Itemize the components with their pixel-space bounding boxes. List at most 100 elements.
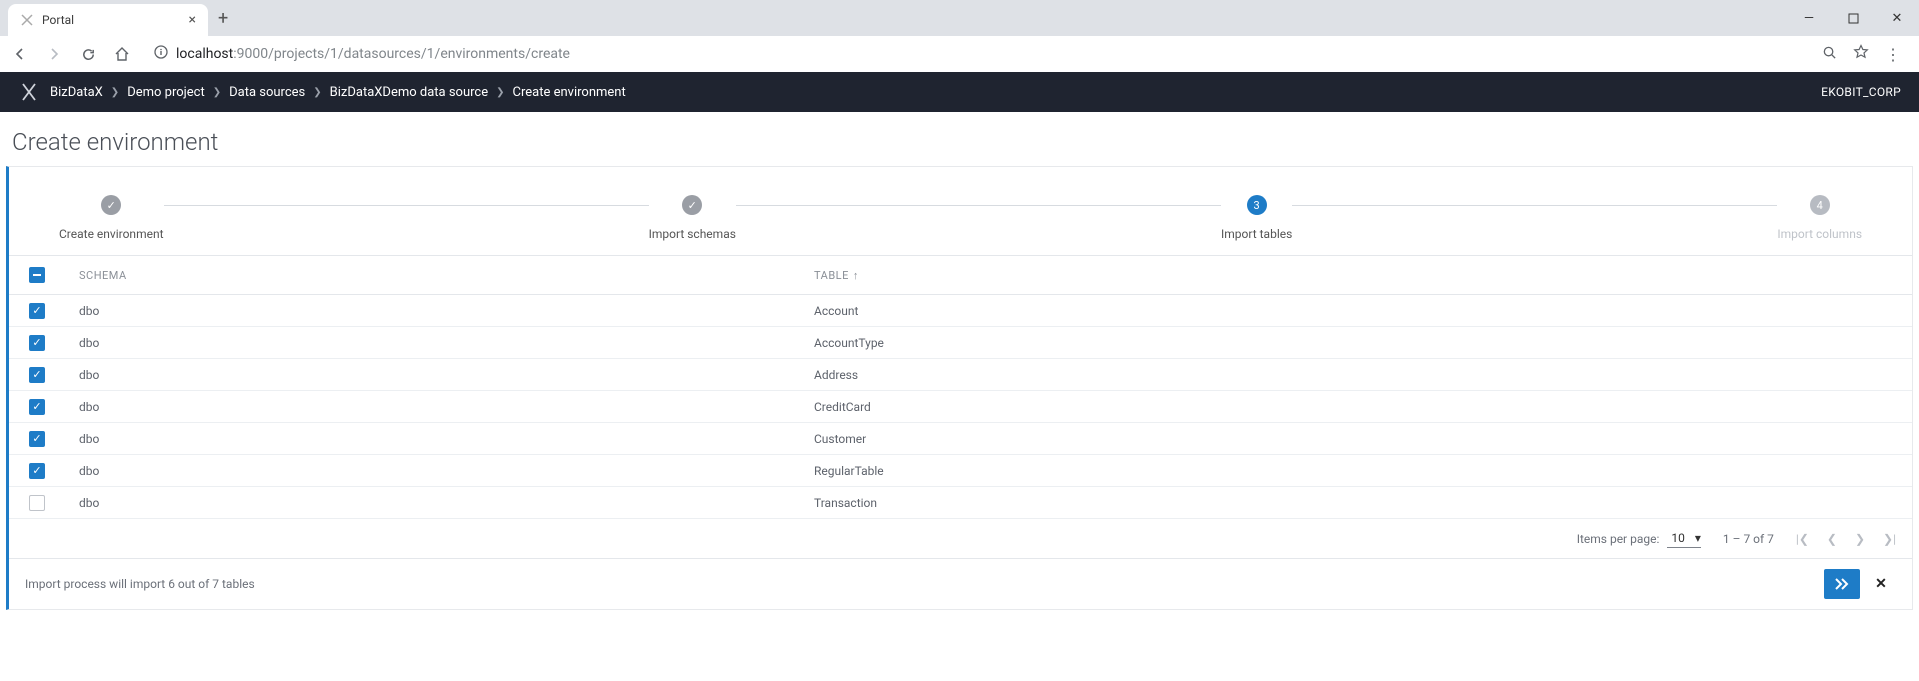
- cell-schema: dbo: [79, 496, 814, 510]
- column-schema[interactable]: SCHEMA: [79, 269, 814, 282]
- cell-schema: dbo: [79, 464, 814, 478]
- menu-icon[interactable]: ⋮: [1885, 45, 1901, 64]
- user-label[interactable]: EKOBIT_CORP: [1821, 85, 1901, 99]
- favicon-x-icon: [20, 13, 34, 27]
- sort-asc-icon: ↑: [853, 269, 859, 282]
- breadcrumb-item[interactable]: BizDataXDemo data source: [330, 85, 488, 100]
- step-connector: [164, 205, 649, 206]
- page-title: Create environment: [0, 112, 1919, 166]
- table-row[interactable]: dboCustomer: [9, 423, 1912, 455]
- row-checkbox[interactable]: [29, 335, 45, 351]
- tab-close-icon[interactable]: ×: [189, 12, 196, 28]
- window-controls: — ✕: [1787, 0, 1919, 36]
- step-label: Create environment: [59, 227, 164, 241]
- step-1[interactable]: ✓ Import schemas: [649, 195, 736, 241]
- row-checkbox[interactable]: [29, 399, 45, 415]
- cell-schema: dbo: [79, 304, 814, 318]
- page-range: 1 – 7 of 7: [1723, 532, 1774, 546]
- check-icon: ✓: [682, 195, 702, 215]
- cell-table: Transaction: [814, 496, 1892, 510]
- step-2[interactable]: 3 Import tables: [1221, 195, 1292, 241]
- items-per-page-select[interactable]: 10 ▾: [1667, 529, 1701, 548]
- cell-schema: dbo: [79, 368, 814, 382]
- footer-bar: Import process will import 6 out of 7 ta…: [9, 558, 1912, 609]
- cell-table: Customer: [814, 432, 1892, 446]
- browser-tab[interactable]: Portal ×: [8, 4, 208, 36]
- cell-schema: dbo: [79, 400, 814, 414]
- next-page-button[interactable]: ❯: [1855, 532, 1865, 546]
- url-input[interactable]: localhost:9000/projects/1/datasources/1/…: [144, 40, 1812, 68]
- table-body: dboAccountdboAccountTypedboAddressdboCre…: [9, 295, 1912, 519]
- breadcrumb-root[interactable]: BizDataX: [50, 85, 103, 100]
- first-page-button[interactable]: |❮: [1796, 532, 1809, 546]
- star-icon[interactable]: [1853, 44, 1869, 64]
- row-checkbox[interactable]: [29, 367, 45, 383]
- step-3[interactable]: 4 Import columns: [1777, 195, 1862, 241]
- wizard-panel: ✓ Create environment ✓ Import schemas 3 Impor…: [6, 166, 1913, 610]
- tab-strip: Portal × + — ✕: [0, 0, 1919, 36]
- step-label: Import schemas: [649, 227, 736, 241]
- select-all-checkbox[interactable]: [29, 267, 45, 283]
- table-row[interactable]: dboCreditCard: [9, 391, 1912, 423]
- cell-table: RegularTable: [814, 464, 1892, 478]
- cell-schema: dbo: [79, 336, 814, 350]
- step-connector: [736, 205, 1221, 206]
- table-row[interactable]: dboAccount: [9, 295, 1912, 327]
- info-icon: [154, 45, 168, 63]
- import-summary: Import process will import 6 out of 7 ta…: [25, 577, 255, 591]
- last-page-button[interactable]: ❯|: [1883, 532, 1896, 546]
- step-label: Import columns: [1777, 227, 1862, 241]
- step-label: Import tables: [1221, 227, 1292, 241]
- chevron-right-icon: ❯: [213, 87, 221, 98]
- home-button[interactable]: [110, 42, 134, 66]
- table-header: SCHEMA TABLE ↑: [9, 255, 1912, 295]
- paginator: Items per page: 10 ▾ 1 – 7 of 7 |❮ ❮ ❯ ❯…: [9, 519, 1912, 558]
- table-row[interactable]: dboRegularTable: [9, 455, 1912, 487]
- table-row[interactable]: dboTransaction: [9, 487, 1912, 519]
- breadcrumb-item[interactable]: Demo project: [127, 85, 205, 100]
- chevron-right-icon: ❯: [111, 87, 119, 98]
- app-logo-icon: [18, 81, 40, 103]
- step-connector: [1292, 205, 1777, 206]
- tab-title: Portal: [42, 13, 74, 27]
- row-checkbox[interactable]: [29, 463, 45, 479]
- column-table[interactable]: TABLE ↑: [814, 269, 1892, 282]
- step-number: 3: [1247, 195, 1267, 215]
- breadcrumb-item[interactable]: Data sources: [229, 85, 305, 100]
- breadcrumb: BizDataX ❯ Demo project ❯ Data sources ❯…: [50, 85, 626, 100]
- new-tab-button[interactable]: +: [208, 8, 238, 29]
- reload-button[interactable]: [76, 42, 100, 66]
- minimize-icon[interactable]: —: [1787, 0, 1831, 36]
- url-text: localhost:9000/projects/1/datasources/1/…: [176, 46, 570, 62]
- stepper: ✓ Create environment ✓ Import schemas 3 Impor…: [9, 167, 1912, 255]
- prev-page-button[interactable]: ❮: [1827, 532, 1837, 546]
- browser-chrome: Portal × + — ✕ localhost:9000/pr: [0, 0, 1919, 72]
- row-checkbox[interactable]: [29, 495, 45, 511]
- maximize-icon[interactable]: [1831, 0, 1875, 36]
- chevron-right-icon: ❯: [496, 87, 504, 98]
- cell-schema: dbo: [79, 432, 814, 446]
- cell-table: CreditCard: [814, 400, 1892, 414]
- back-button[interactable]: [8, 42, 32, 66]
- table-row[interactable]: dboAddress: [9, 359, 1912, 391]
- row-checkbox[interactable]: [29, 303, 45, 319]
- forward-button[interactable]: [42, 42, 66, 66]
- chevron-right-icon: ❯: [313, 87, 321, 98]
- items-per-page-label: Items per page:: [1577, 532, 1660, 546]
- close-icon[interactable]: ✕: [1875, 0, 1919, 36]
- cancel-button[interactable]: ✕: [1866, 569, 1896, 599]
- address-bar: localhost:9000/projects/1/datasources/1/…: [0, 36, 1919, 72]
- app-header: BizDataX ❯ Demo project ❯ Data sources ❯…: [0, 72, 1919, 112]
- chevron-down-icon: ▾: [1695, 531, 1701, 545]
- table-row[interactable]: dboAccountType: [9, 327, 1912, 359]
- next-button[interactable]: [1824, 569, 1860, 599]
- step-number: 4: [1810, 195, 1830, 215]
- column-table-label: TABLE: [814, 269, 849, 282]
- row-checkbox[interactable]: [29, 431, 45, 447]
- check-icon: ✓: [101, 195, 121, 215]
- breadcrumb-item[interactable]: Create environment: [513, 85, 626, 100]
- cell-table: AccountType: [814, 336, 1892, 350]
- cell-table: Address: [814, 368, 1892, 382]
- step-0[interactable]: ✓ Create environment: [59, 195, 164, 241]
- zoom-icon[interactable]: [1822, 45, 1837, 64]
